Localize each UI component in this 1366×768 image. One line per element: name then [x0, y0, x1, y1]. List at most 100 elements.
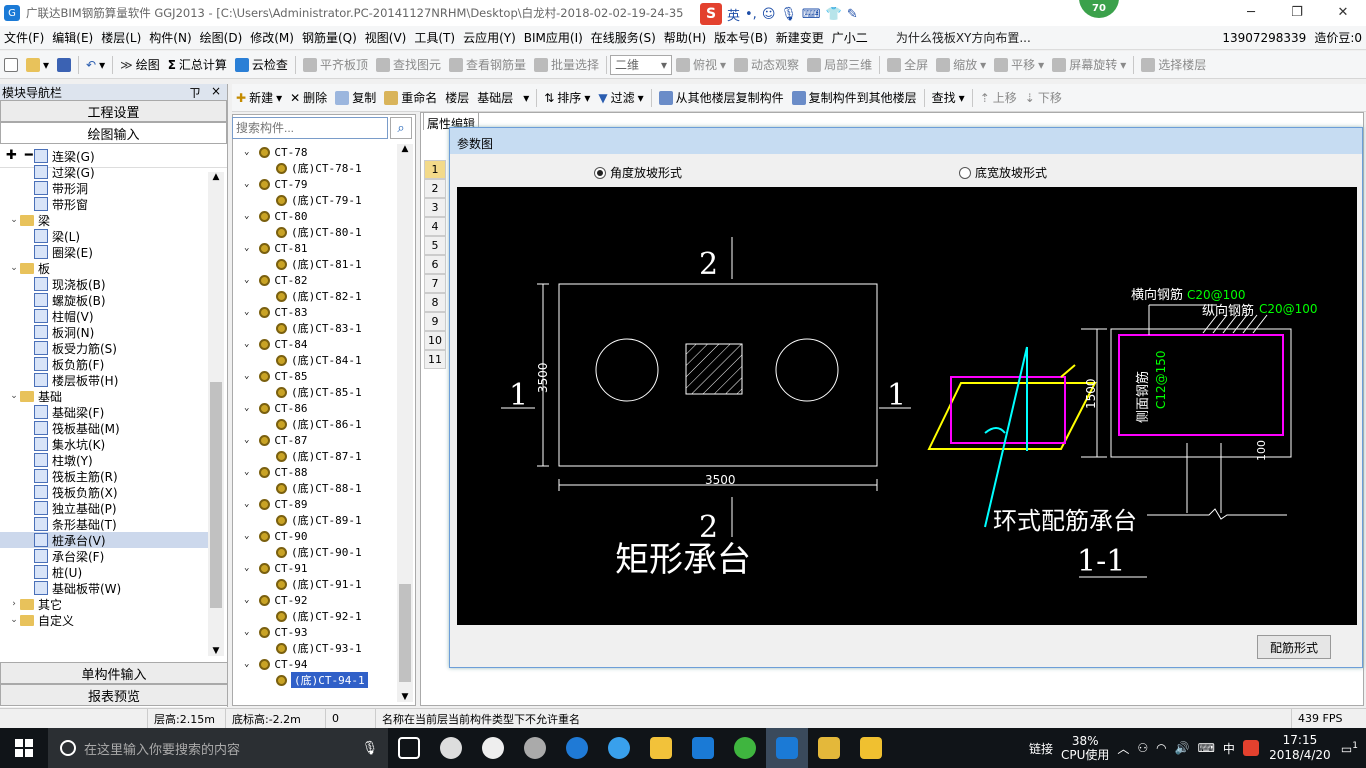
menu-item-7[interactable]: 视图(V) [361, 29, 411, 46]
property-row-number[interactable]: 6 [424, 255, 446, 274]
collapse-arrow-icon[interactable]: ⌄ [244, 627, 249, 637]
collapse-arrow-icon[interactable]: ⌄ [244, 371, 249, 381]
pan-button[interactable]: 平移 ▾ [990, 54, 1048, 76]
help-app-icon[interactable] [850, 728, 892, 768]
delete-button[interactable]: ✕ 删除 [286, 87, 331, 109]
nav-tree-item[interactable]: 梁(L) [0, 228, 210, 244]
component-list-item[interactable]: ⌄ CT-91 [234, 560, 396, 576]
component-list-item[interactable]: (底)CT-92-1 [234, 608, 396, 624]
minimize-icon[interactable]: ─ [1228, 0, 1274, 24]
nav-tree-item[interactable]: 桩承台(V) [0, 532, 210, 548]
nav-tree-item[interactable]: ⌄ 基础 [0, 388, 210, 404]
menu-item-4[interactable]: 绘图(D) [196, 29, 247, 46]
sogou-icon[interactable]: S [700, 3, 722, 25]
clock[interactable]: 17:15 2018/4/20 [1267, 733, 1333, 763]
ie-blue-icon[interactable] [598, 728, 640, 768]
nav-tree-item[interactable]: 独立基础(P) [0, 500, 210, 516]
local-3d-button[interactable]: 局部三维 [803, 54, 876, 76]
punct-icon[interactable]: •, [745, 7, 757, 22]
property-row-number[interactable]: 11 [424, 350, 446, 369]
tab-project-settings[interactable]: 工程设置 [0, 100, 227, 122]
menu-item-18[interactable]: 造价豆:0 [1310, 29, 1366, 46]
save-button[interactable] [53, 54, 75, 76]
input-lang[interactable]: 中 [1223, 740, 1235, 757]
component-list-item[interactable]: ⌄ CT-83 [234, 304, 396, 320]
copy-to-floor-button[interactable]: 复制构件到其他楼层 [788, 87, 921, 109]
component-list-item[interactable]: ⌄ CT-86 [234, 400, 396, 416]
collapse-arrow-icon[interactable]: ⌄ [8, 263, 20, 273]
property-row-number[interactable]: 7 [424, 274, 446, 293]
component-list-item[interactable]: ⌄ CT-94 [234, 656, 396, 672]
component-list-item[interactable]: (底)CT-85-1 [234, 384, 396, 400]
floor-select[interactable]: 基础层 ▾ [473, 88, 533, 108]
component-list-item[interactable]: (底)CT-84-1 [234, 352, 396, 368]
collapse-arrow-icon[interactable]: ⌄ [244, 243, 249, 253]
nav-tree-item[interactable]: ⌄ 梁 [0, 212, 210, 228]
search-icon[interactable]: ⌕ [390, 117, 412, 139]
property-row-number[interactable]: 5 [424, 236, 446, 255]
component-list-item[interactable]: (底)CT-86-1 [234, 416, 396, 432]
sum-button[interactable]: Σ 汇总计算 [164, 54, 231, 76]
component-scrollbar[interactable]: ▲ ▼ [397, 144, 413, 702]
close-icon[interactable]: ✕ [1320, 0, 1366, 24]
collapse-arrow-icon[interactable]: ⌄ [244, 435, 249, 445]
nav-tree-item[interactable]: 板负筋(F) [0, 356, 210, 372]
property-row-number[interactable]: 1 [424, 160, 446, 179]
menu-item-10[interactable]: BIM应用(I) [520, 29, 587, 46]
pin-icon[interactable]: ㄗ [189, 84, 201, 101]
component-list-item[interactable]: (底)CT-91-1 [234, 576, 396, 592]
menu-item-6[interactable]: 钢筋量(Q) [298, 29, 361, 46]
tab-single-component[interactable]: 单构件输入 [0, 662, 228, 684]
nav-tree-item[interactable]: 桩(U) [0, 564, 210, 580]
ime-toolbar[interactable]: S 英 •, ☺ 🎙 ⌨ 👕 ✎ [700, 2, 858, 26]
component-list-item[interactable]: (底)CT-78-1 [234, 160, 396, 176]
nav-tree-item[interactable]: 筏板主筋(R) [0, 468, 210, 484]
menu-item-11[interactable]: 在线服务(S) [587, 29, 660, 46]
file-explorer-icon[interactable] [640, 728, 682, 768]
component-list-item[interactable]: ⌄ CT-78 [234, 144, 396, 160]
nav-tree-item[interactable]: 带形洞 [0, 180, 210, 196]
start-button[interactable] [0, 728, 48, 768]
nav-tree-item[interactable]: ⌄ 自定义 [0, 612, 210, 628]
component-list-item[interactable]: (底)CT-82-1 [234, 288, 396, 304]
nav-close-icon[interactable]: × [211, 84, 221, 101]
component-list-item[interactable]: ⌄ CT-89 [234, 496, 396, 512]
menu-item-2[interactable]: 楼层(L) [97, 29, 145, 46]
menu-item-8[interactable]: 工具(T) [410, 29, 459, 46]
expand-arrow-icon[interactable]: › [8, 599, 20, 609]
top-view-button[interactable]: 俯视 ▾ [672, 54, 730, 76]
ime-mode[interactable]: 英 [727, 5, 740, 24]
copy-from-floor-button[interactable]: 从其他楼层复制构件 [655, 87, 788, 109]
collapse-arrow-icon[interactable]: ⌄ [244, 659, 249, 669]
component-list-item[interactable]: (底)CT-87-1 [234, 448, 396, 464]
nav-tree-item[interactable]: 现浇板(B) [0, 276, 210, 292]
nav-tree-item[interactable]: 基础梁(F) [0, 404, 210, 420]
component-list-item[interactable]: (底)CT-83-1 [234, 320, 396, 336]
nav-tree-item[interactable]: 板受力筋(S) [0, 340, 210, 356]
nav-tree-item[interactable]: 筏板基础(M) [0, 420, 210, 436]
collapse-arrow-icon[interactable]: ⌄ [244, 275, 249, 285]
menu-item-9[interactable]: 云应用(Y) [459, 29, 520, 46]
skin-icon[interactable]: 👕 [826, 7, 842, 22]
radio-width-slope[interactable]: 底宽放坡形式 [959, 164, 1047, 181]
fan-app-icon[interactable] [430, 728, 472, 768]
component-list-item[interactable]: ⌄ CT-82 [234, 272, 396, 288]
cloud-check-button[interactable]: 云检查 [231, 54, 292, 76]
sogou-tray-icon[interactable] [1242, 740, 1259, 756]
view-mode-select[interactable]: 二维 ▾ [610, 54, 672, 75]
collapse-arrow-icon[interactable]: ⌄ [8, 391, 20, 401]
component-list-item[interactable]: ⌄ CT-92 [234, 592, 396, 608]
move-down-button[interactable]: ⇣ 下移 [1021, 87, 1066, 109]
nav-tree-item[interactable]: 集水坑(K) [0, 436, 210, 452]
nav-tree-item[interactable]: 柱帽(V) [0, 308, 210, 324]
emoji-icon[interactable]: ☺ [762, 7, 776, 22]
dynamic-view-button[interactable]: 动态观察 [730, 54, 803, 76]
flat-top-button[interactable]: 平齐板顶 [299, 54, 372, 76]
property-row-number[interactable]: 10 [424, 331, 446, 350]
tools-icon[interactable]: ✎ [847, 7, 858, 22]
collapse-arrow-icon[interactable]: ⌄ [244, 531, 249, 541]
spiral-app-icon[interactable] [514, 728, 556, 768]
tab-drawing-input[interactable]: 绘图输入 [0, 122, 227, 144]
component-list-item[interactable]: ⌄ CT-81 [234, 240, 396, 256]
notes-app-icon[interactable] [808, 728, 850, 768]
